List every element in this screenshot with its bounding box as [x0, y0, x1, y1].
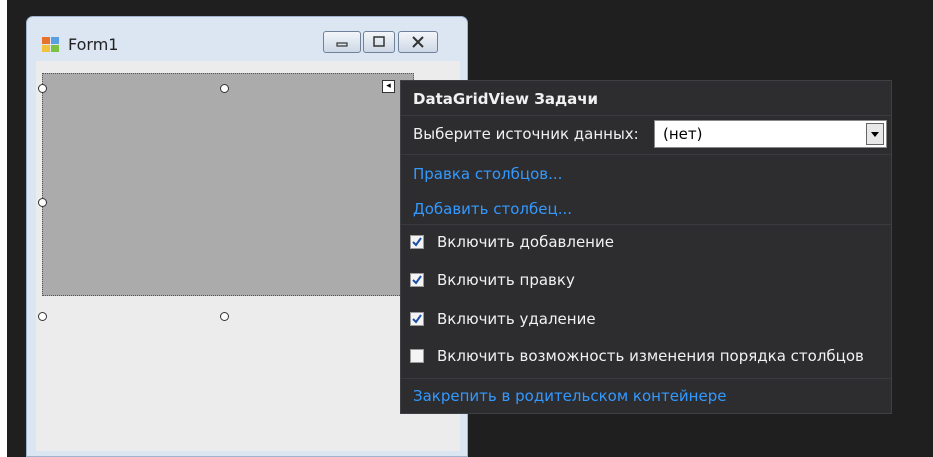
data-source-value: (нет) — [663, 125, 703, 143]
smart-tag-arrow-icon[interactable]: ◂ — [382, 80, 395, 93]
checkbox[interactable] — [410, 349, 424, 363]
divider — [401, 378, 891, 379]
minimize-icon — [324, 32, 360, 52]
checkbox-label: Включить возможность изменения порядка с… — [437, 347, 864, 365]
close-button[interactable] — [398, 31, 438, 53]
maximize-icon — [364, 32, 394, 52]
chevron-down-icon[interactable] — [866, 123, 884, 145]
datagridview-tasks-panel: DataGridView Задачи Выберите источник да… — [400, 80, 892, 414]
resize-handle-bottom-left[interactable] — [38, 312, 47, 321]
data-source-select[interactable]: (нет) — [654, 120, 887, 148]
resize-handle-top-middle[interactable] — [220, 84, 229, 93]
resize-handle-bottom-middle[interactable] — [220, 312, 229, 321]
edit-columns-link[interactable]: Правка столбцов... — [413, 165, 562, 183]
resize-handle-top-left[interactable] — [38, 84, 47, 93]
resize-handle-middle-left[interactable] — [38, 198, 47, 207]
checkbox-label: Включить удаление — [437, 310, 596, 328]
tasks-panel-title: DataGridView Задачи — [413, 90, 599, 108]
minimize-button[interactable] — [323, 31, 361, 53]
divider — [401, 154, 891, 155]
check-icon — [412, 275, 422, 285]
check-icon — [412, 314, 422, 324]
checkbox[interactable] — [410, 273, 424, 287]
checkbox-label: Включить правку — [437, 271, 575, 289]
windows-form-icon — [42, 37, 60, 53]
data-source-label: Выберите источник данных: — [413, 125, 639, 143]
form-title: Form1 — [68, 35, 119, 54]
checkbox[interactable] — [410, 235, 424, 249]
form-title-bar[interactable]: Form1 — [27, 17, 467, 61]
close-icon — [399, 32, 437, 52]
dock-in-parent-link[interactable]: Закрепить в родительском контейнере — [413, 387, 726, 405]
add-column-link[interactable]: Добавить столбец... — [413, 200, 572, 218]
checkbox[interactable] — [410, 312, 424, 326]
datagridview-control[interactable] — [42, 73, 414, 296]
designer-canvas: Form1 ◂ DataGridView Задачи Выберите ист… — [7, 0, 933, 457]
checkbox-label: Включить добавление — [437, 233, 614, 251]
maximize-button[interactable] — [363, 31, 395, 53]
divider — [401, 224, 891, 225]
check-icon — [412, 237, 422, 247]
divider — [401, 115, 891, 116]
